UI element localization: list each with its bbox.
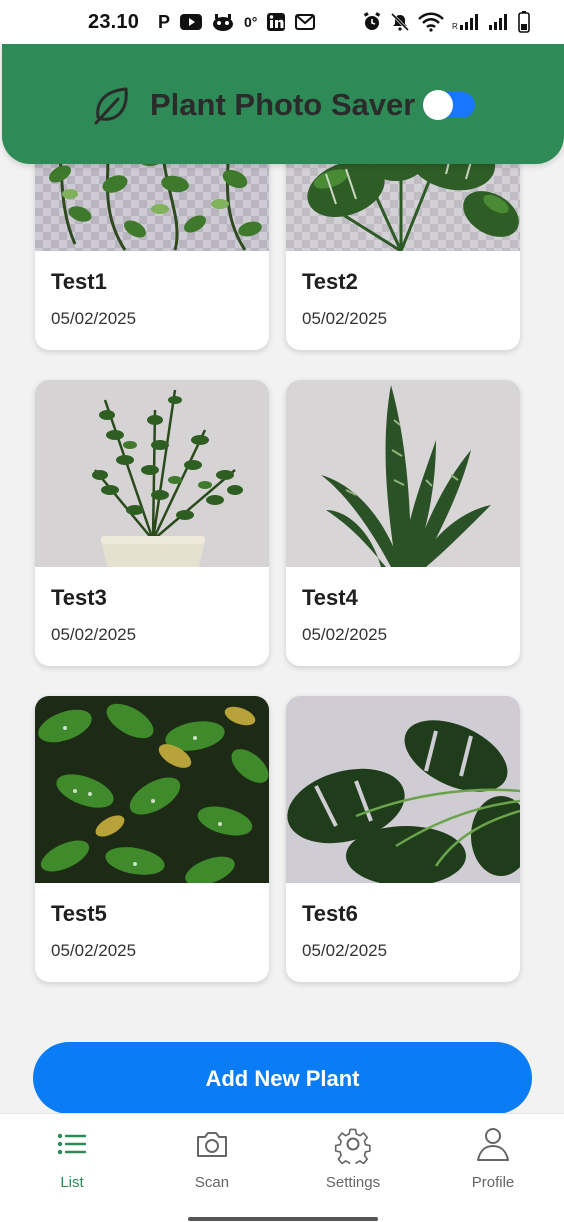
plant-photo bbox=[286, 380, 520, 567]
header-toggle[interactable] bbox=[423, 90, 476, 120]
app-header: Plant Photo Saver bbox=[2, 44, 564, 164]
camera-icon bbox=[197, 1132, 227, 1157]
plant-card[interactable]: Test3 05/02/2025 bbox=[35, 380, 269, 666]
add-new-plant-button[interactable]: Add New Plant bbox=[33, 1042, 532, 1114]
signal-icon: R bbox=[452, 14, 478, 31]
wifi-icon bbox=[418, 12, 444, 32]
gear-icon bbox=[334, 1128, 371, 1164]
youtube-icon bbox=[180, 14, 203, 30]
plant-card[interactable]: Test4 05/02/2025 bbox=[286, 380, 520, 666]
nav-item-profile[interactable]: Profile bbox=[448, 1124, 538, 1191]
plant-photo bbox=[35, 380, 269, 567]
plant-name: Test6 bbox=[302, 901, 358, 926]
temperature-icon: 0° bbox=[244, 14, 258, 30]
notification-icons: P 0° bbox=[158, 11, 316, 33]
home-indicator[interactable] bbox=[188, 1217, 378, 1221]
nav-label: List bbox=[60, 1174, 84, 1191]
linkedin-icon bbox=[267, 13, 286, 31]
plant-date: 05/02/2025 bbox=[51, 941, 137, 960]
plant-photo bbox=[286, 696, 520, 883]
bottom-navigation: List Scan Settings Profile bbox=[0, 1113, 564, 1222]
plant-date: 05/02/2025 bbox=[51, 625, 137, 644]
plant-name: Test4 bbox=[302, 585, 358, 610]
system-icons: R bbox=[362, 11, 530, 33]
parking-icon: P bbox=[158, 11, 171, 32]
plant-grid: Test1 05/02/2025 Test2 05/02/2025 Test3 … bbox=[0, 44, 564, 1114]
signal-icon bbox=[489, 14, 507, 30]
nav-item-list[interactable]: List bbox=[27, 1124, 117, 1191]
plant-date: 05/02/2025 bbox=[51, 309, 137, 328]
leaf-icon bbox=[94, 87, 128, 125]
header-content: Plant Photo Saver bbox=[90, 81, 476, 129]
plant-date: 05/02/2025 bbox=[302, 941, 388, 960]
nav-label: Scan bbox=[194, 1174, 230, 1191]
svg-text:R: R bbox=[452, 22, 458, 31]
gmail-icon bbox=[295, 14, 316, 30]
plant-name: Test1 bbox=[51, 269, 107, 294]
list-icon bbox=[57, 1133, 87, 1155]
nav-label: Settings bbox=[325, 1174, 381, 1191]
status-time: 23.10 bbox=[88, 11, 140, 33]
plant-name: Test2 bbox=[302, 269, 358, 294]
user-icon bbox=[477, 1128, 509, 1161]
alarm-icon bbox=[363, 12, 381, 30]
nav-label: Profile bbox=[471, 1174, 515, 1191]
status-bar: 23.10 P 0° R bbox=[0, 0, 564, 44]
nav-item-scan[interactable]: Scan bbox=[167, 1124, 257, 1191]
plant-photo bbox=[35, 696, 269, 883]
nav-item-settings[interactable]: Settings bbox=[308, 1124, 398, 1191]
plant-name: Test3 bbox=[51, 585, 107, 610]
plant-date: 05/02/2025 bbox=[302, 625, 388, 644]
mascot-icon bbox=[213, 14, 234, 31]
mute-icon bbox=[390, 12, 410, 32]
plant-card[interactable]: Test6 05/02/2025 bbox=[286, 696, 520, 982]
toggle-knob bbox=[423, 90, 454, 120]
plant-date: 05/02/2025 bbox=[302, 309, 388, 328]
plant-card[interactable]: Test5 05/02/2025 bbox=[35, 696, 269, 982]
app-title: Plant Photo Saver bbox=[150, 87, 416, 122]
plant-name: Test5 bbox=[51, 901, 107, 926]
battery-icon bbox=[518, 11, 530, 33]
